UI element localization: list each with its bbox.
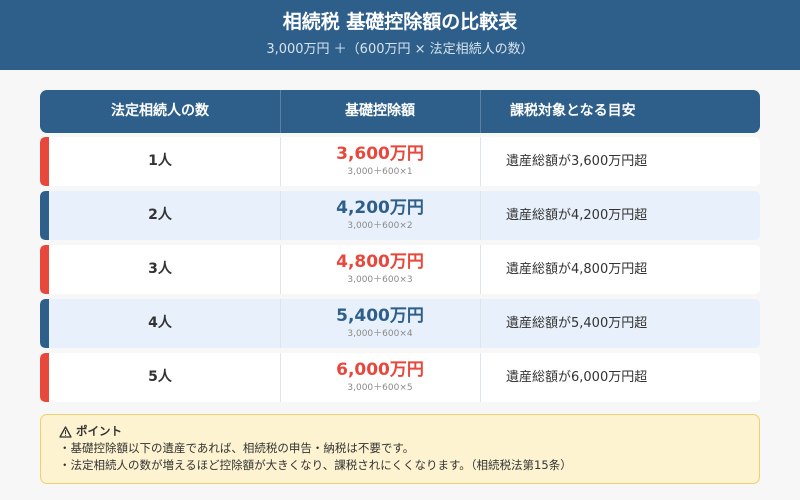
taxable-threshold: 遺産総額が4,800万円超 bbox=[506, 262, 648, 277]
page-title: 相続税 基礎控除額の比較表 bbox=[282, 11, 518, 33]
heirs-count: 1人 bbox=[148, 153, 172, 169]
table-row: 5人 6,000万円 3,000＋600×5 遺産総額が6,000万円超 bbox=[40, 353, 760, 402]
table-row: 1人 3,600万円 3,000＋600×1 遺産総額が3,600万円超 bbox=[40, 137, 760, 186]
warning-icon bbox=[59, 425, 72, 438]
notice-heading: ポイント bbox=[59, 423, 745, 440]
notice-line: ・基礎控除額以下の遺産であれば、相続税の申告・納税は不要です。 bbox=[59, 441, 415, 455]
heirs-count: 2人 bbox=[148, 207, 172, 223]
table-row: 3人 4,800万円 3,000＋600×3 遺産総額が4,800万円超 bbox=[40, 245, 760, 294]
heirs-count: 5人 bbox=[148, 369, 172, 385]
deduction-cell: 5,400万円 3,000＋600×4 bbox=[280, 299, 480, 348]
page-subtitle: 3,000万円 ＋（600万円 × 法定相続人の数） bbox=[266, 42, 534, 57]
deduction-formula: 3,000＋600×4 bbox=[347, 329, 413, 339]
table-row: 2人 4,200万円 3,000＋600×2 遺産総額が4,200万円超 bbox=[40, 191, 760, 240]
deduction-cell: 6,000万円 3,000＋600×5 bbox=[280, 353, 480, 402]
deduction-amount: 4,800万円 bbox=[336, 252, 424, 272]
taxable-threshold: 遺産総額が5,400万円超 bbox=[506, 316, 648, 331]
deduction-cell: 3,600万円 3,000＋600×1 bbox=[280, 137, 480, 186]
column-header-heirs: 法定相続人の数 bbox=[111, 103, 209, 119]
notice-line: ・法定相続人の数が増えるほど控除額が大きくなり、課税されにくくなります。（相続税… bbox=[59, 458, 572, 472]
deduction-formula: 3,000＋600×1 bbox=[347, 167, 413, 177]
page-header: 相続税 基礎控除額の比較表 3,000万円 ＋（600万円 × 法定相続人の数） bbox=[0, 0, 800, 70]
column-header-deduction: 基礎控除額 bbox=[345, 103, 415, 119]
deduction-amount: 5,400万円 bbox=[336, 306, 424, 326]
deduction-cell: 4,800万円 3,000＋600×3 bbox=[280, 245, 480, 294]
deduction-formula: 3,000＋600×2 bbox=[347, 221, 413, 231]
taxable-threshold: 遺産総額が4,200万円超 bbox=[506, 208, 648, 223]
column-header-target: 課税対象となる目安 bbox=[510, 103, 636, 119]
table-row: 4人 5,400万円 3,000＋600×4 遺産総額が5,400万円超 bbox=[40, 299, 760, 348]
point-notice: ポイント ・基礎控除額以下の遺産であれば、相続税の申告・納税は不要です。 ・法定… bbox=[40, 414, 760, 484]
notice-title: ポイント bbox=[76, 424, 122, 438]
taxable-threshold: 遺産総額が3,600万円超 bbox=[506, 154, 648, 169]
deduction-formula: 3,000＋600×3 bbox=[347, 275, 413, 285]
deduction-amount: 3,600万円 bbox=[336, 144, 424, 164]
deduction-amount: 4,200万円 bbox=[336, 198, 424, 218]
deduction-formula: 3,000＋600×5 bbox=[347, 383, 413, 393]
taxable-threshold: 遺産総額が6,000万円超 bbox=[506, 370, 648, 385]
heirs-count: 4人 bbox=[148, 315, 172, 331]
table-header: 法定相続人の数 基礎控除額 課税対象となる目安 bbox=[40, 90, 760, 133]
table-body: 1人 3,600万円 3,000＋600×1 遺産総額が3,600万円超 2人 … bbox=[40, 137, 760, 407]
deduction-cell: 4,200万円 3,000＋600×2 bbox=[280, 191, 480, 240]
heirs-count: 3人 bbox=[148, 261, 172, 277]
deduction-amount: 6,000万円 bbox=[336, 360, 424, 380]
